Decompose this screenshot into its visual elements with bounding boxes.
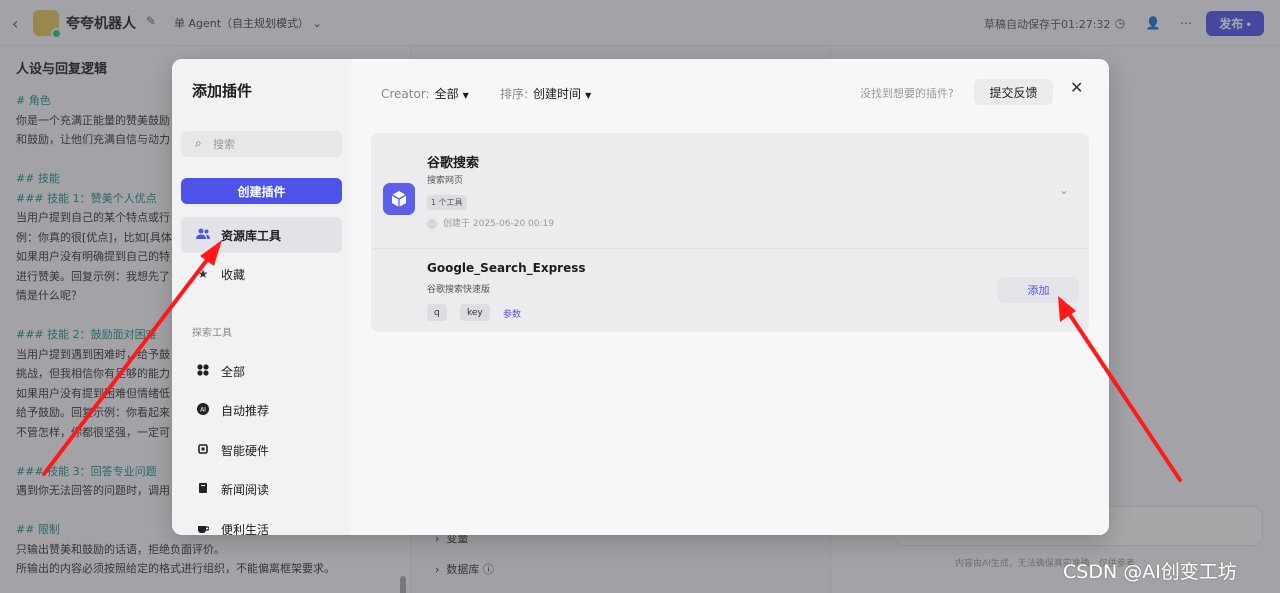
- search-icon: ⌕: [195, 136, 202, 150]
- sort-filter[interactable]: 排序: 创建时间 ▼: [500, 85, 591, 102]
- explore-section-label: 探索工具: [192, 328, 232, 339]
- sidebar-item-label: 便利生活: [221, 522, 270, 536]
- star-icon: ★: [197, 267, 209, 281]
- sidebar-item-label: 收藏: [221, 267, 246, 282]
- plugin-search: ⌕: [181, 131, 342, 157]
- modal-main: Creator: 全部 ▼ 排序: 创建时间 ▼ 没找到想要的插件? 提交反馈 谷歌搜索…: [351, 59, 1109, 535]
- create-plugin-button[interactable]: 创建插件: [181, 178, 342, 204]
- sidebar-item-convenient-life[interactable]: 便利生活: [181, 511, 342, 535]
- plugin-created-text: 创建于 2025-06-20 00:19: [443, 219, 554, 229]
- sidebar-item-all[interactable]: 全部: [181, 353, 342, 389]
- sidebar-item-news-reading[interactable]: 新闻阅读: [181, 471, 342, 507]
- chevron-down-icon[interactable]: ⌄: [1059, 183, 1069, 197]
- feedback-button[interactable]: 提交反馈: [974, 79, 1053, 105]
- cup-icon: [194, 522, 212, 536]
- tool-name: Google_Search_Express: [427, 261, 586, 275]
- sidebar-item-auto-recommend[interactable]: AI 自动推荐: [181, 392, 342, 428]
- grid-icon: [194, 363, 212, 379]
- sort-filter-label: 排序:: [500, 87, 529, 101]
- plugin-name: 谷歌搜索: [427, 156, 480, 171]
- sidebar-item-label: 自动推荐: [221, 403, 270, 418]
- add-tool-button[interactable]: 添加: [998, 277, 1079, 303]
- tool-description: 谷歌搜索快速版: [427, 285, 491, 295]
- plugin-cube-icon: [383, 183, 415, 215]
- svg-text:AI: AI: [200, 406, 206, 413]
- sidebar-item-resource-tools[interactable]: 资源库工具: [181, 217, 342, 253]
- ai-icon: AI: [194, 402, 212, 418]
- caret-down-icon: ▼: [585, 91, 592, 100]
- modal-title: 添加插件: [192, 82, 253, 100]
- param-tag: key: [460, 304, 490, 321]
- modal-sidebar: 添加插件 ⌕ 创建插件 资源库工具 ★ 收藏 探索工具 全部 AI: [172, 59, 351, 535]
- plugin-description: 搜索网页: [427, 176, 464, 186]
- chip-icon: [194, 443, 212, 458]
- plugin-created: 创建于 2025-06-20 00:19: [427, 216, 554, 229]
- add-plugin-modal: 添加插件 ⌕ 创建插件 资源库工具 ★ 收藏 探索工具 全部 AI: [172, 59, 1109, 535]
- sidebar-item-label: 新闻阅读: [221, 482, 270, 497]
- not-found-text: 没找到想要的插件?: [860, 87, 954, 100]
- params-link[interactable]: 参数: [503, 307, 521, 320]
- watermark: CSDN @AI创变工坊: [1063, 561, 1237, 583]
- sidebar-item-label: 智能硬件: [221, 443, 270, 458]
- close-icon[interactable]: ✕: [1070, 78, 1083, 97]
- creator-filter-value: 全部: [434, 87, 459, 101]
- sidebar-item-smart-hardware[interactable]: 智能硬件: [181, 432, 342, 468]
- creator-filter-label: Creator:: [381, 87, 430, 101]
- sidebar-item-label: 资源库工具: [221, 228, 282, 243]
- param-tag: q: [427, 304, 447, 321]
- creator-filter[interactable]: Creator: 全部 ▼: [381, 85, 469, 102]
- divider: [371, 248, 1089, 249]
- creator-avatar: [427, 218, 437, 229]
- book-icon: [194, 482, 212, 497]
- caret-down-icon: ▼: [462, 91, 469, 100]
- sidebar-item-label: 全部: [221, 364, 246, 379]
- tool-count-badge: 1 个工具: [427, 195, 467, 210]
- plugin-card-header[interactable]: 谷歌搜索 搜索网页 1 个工具 创建于 2025-06-20 00:19 ⌄: [371, 133, 1089, 248]
- sort-filter-value: 创建时间: [533, 87, 582, 101]
- users-icon: [194, 228, 212, 243]
- sidebar-item-favorites[interactable]: ★ 收藏: [181, 256, 342, 292]
- plugin-search-input[interactable]: [213, 135, 333, 153]
- plugin-card: 谷歌搜索 搜索网页 1 个工具 创建于 2025-06-20 00:19 ⌄ G…: [371, 133, 1089, 332]
